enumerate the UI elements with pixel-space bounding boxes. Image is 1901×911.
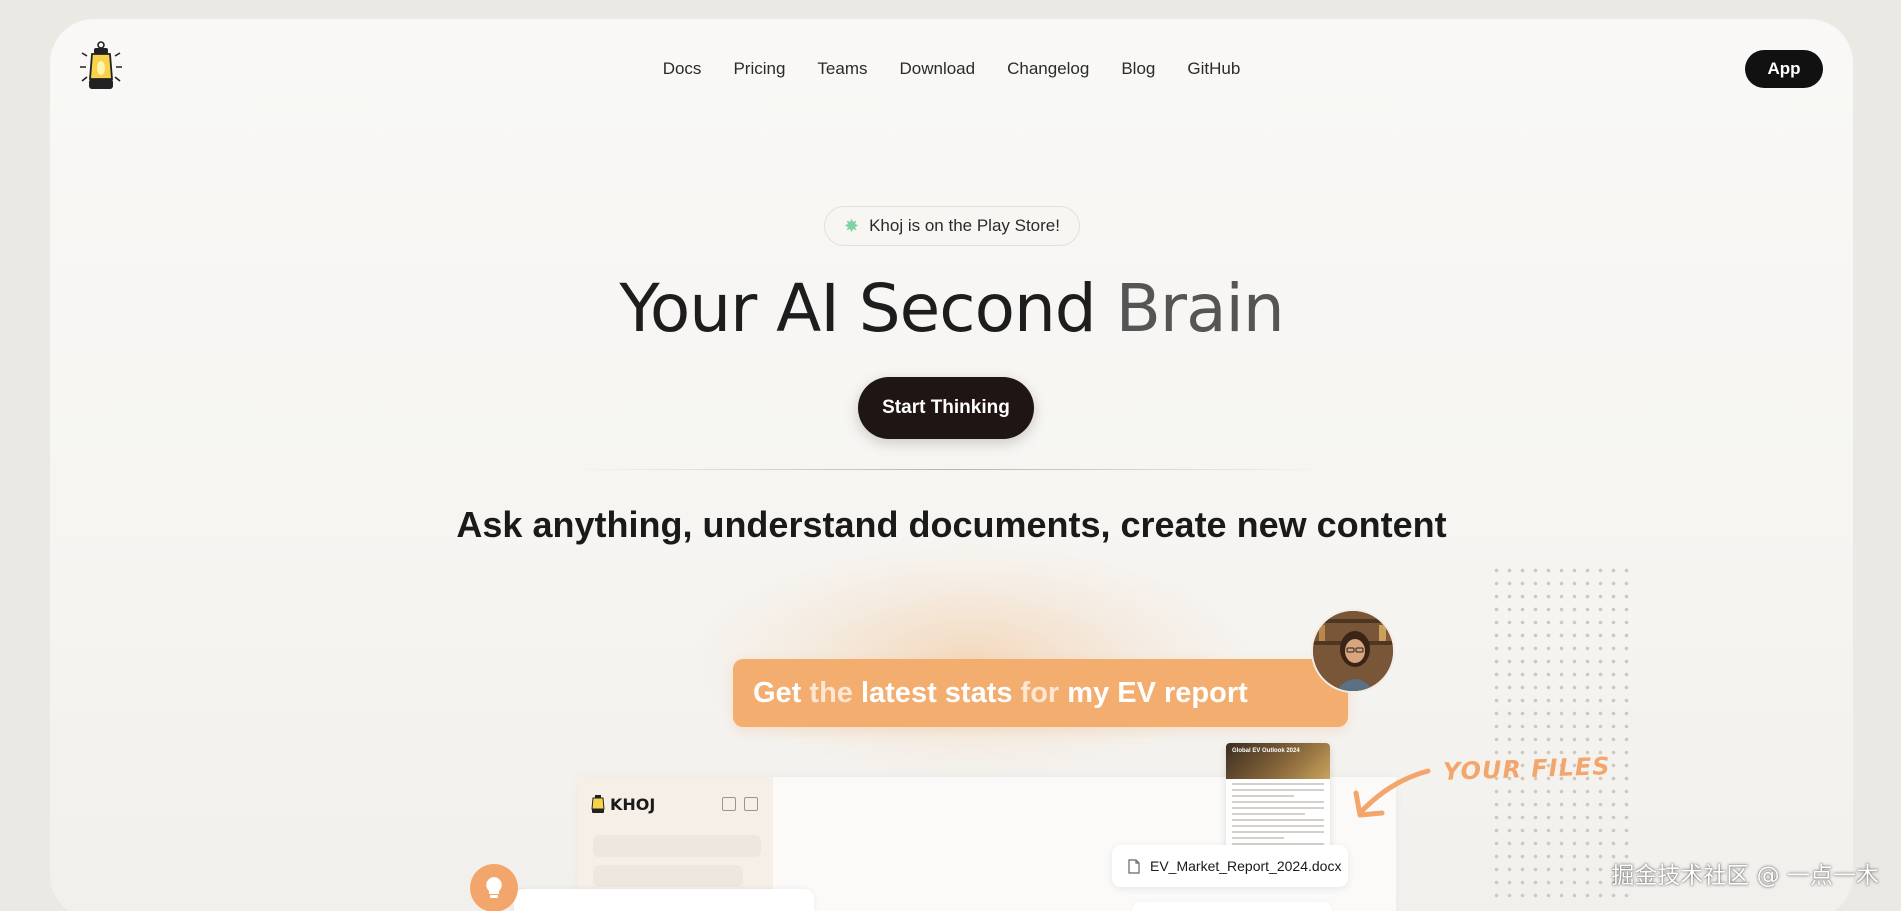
document-thumbnail[interactable]: Global EV Outlook 2024 [1226, 743, 1330, 861]
file-attachment-chip[interactable] [1132, 902, 1332, 911]
prompt-text-3: latest stats [860, 676, 1013, 709]
start-thinking-button[interactable]: Start Thinking [858, 377, 1034, 439]
lightbulb-icon [470, 864, 518, 911]
app-preview-brand: KHOJ [590, 794, 655, 814]
doc-thumbnail-title: Global EV Outlook 2024 [1226, 743, 1330, 779]
prompt-text-5: my EV report [1067, 676, 1248, 709]
watermark: 掘金技术社区 @ 一点一木 [1611, 863, 1879, 889]
nav-download[interactable]: Download [883, 59, 991, 79]
chat-card [514, 889, 814, 911]
nav-pricing[interactable]: Pricing [717, 59, 801, 79]
file-icon [1128, 858, 1140, 874]
divider [570, 469, 1330, 470]
app-button[interactable]: App [1745, 50, 1823, 88]
sidebar-actions [722, 797, 758, 811]
your-files-annotation: YOUR FILES [1442, 752, 1611, 786]
sidebar-skeleton-row [593, 865, 743, 887]
page-title: Your AI Second Brain [50, 269, 1853, 349]
edit-icon[interactable] [722, 797, 736, 811]
prompt-text-4: for [1020, 676, 1060, 709]
nav-blog[interactable]: Blog [1105, 59, 1171, 79]
lantern-icon [591, 795, 605, 813]
headline-dark: Your AI Second [619, 270, 1096, 347]
headline-light: Brain [1115, 270, 1285, 347]
file-attachment-chip[interactable]: EV_Market_Report_2024.docx [1112, 845, 1348, 887]
badge-text: Khoj is on the Play Store! [869, 216, 1060, 235]
prompt-text-2: the [809, 676, 853, 709]
arrow-icon [1353, 768, 1431, 818]
user-avatar [1311, 609, 1395, 693]
nav-github[interactable]: GitHub [1171, 59, 1256, 79]
dot-pattern [1490, 564, 1630, 904]
play-store-badge[interactable]: ✸ Khoj is on the Play Store! [824, 206, 1080, 246]
prompt-text-1: Get [753, 676, 802, 709]
prompt-bubble: Get the latest stats for my EV report [733, 659, 1348, 727]
nav-changelog[interactable]: Changelog [991, 59, 1105, 79]
nav-teams[interactable]: Teams [801, 59, 883, 79]
sparkle-icon: ✸ [844, 216, 860, 236]
nav-docs[interactable]: Docs [647, 59, 718, 79]
top-nav: Docs Pricing Teams Download Changelog Bl… [50, 59, 1853, 79]
page-frame: Docs Pricing Teams Download Changelog Bl… [50, 19, 1853, 911]
app-brand-label: KHOJ [610, 794, 656, 814]
sidebar-toggle-icon[interactable] [744, 797, 758, 811]
sidebar-skeleton-row [593, 835, 761, 857]
file-name: EV_Market_Report_2024.docx [1150, 858, 1342, 874]
